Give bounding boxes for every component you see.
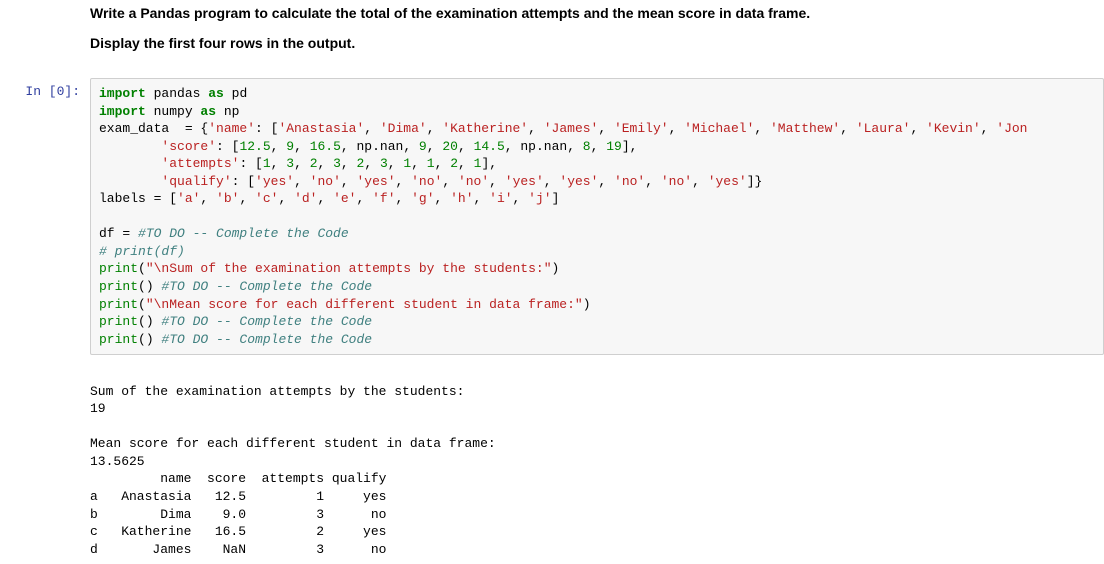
code-input[interactable]: import pandas as pd import numpy as np e… (90, 78, 1104, 355)
output-cell: Sum of the examination attempts by the s… (0, 359, 1104, 564)
output-prompt (0, 359, 90, 564)
instruction-line1: Write a Pandas program to calculate the … (90, 5, 1099, 21)
instruction-text: Write a Pandas program to calculate the … (0, 0, 1104, 70)
input-prompt: In [0]: (0, 78, 90, 355)
instruction-line2: Display the first four rows in the outpu… (90, 35, 1099, 51)
output-text: Sum of the examination attempts by the s… (90, 359, 1104, 564)
code-cell: In [0]: import pandas as pd import numpy… (0, 78, 1104, 355)
